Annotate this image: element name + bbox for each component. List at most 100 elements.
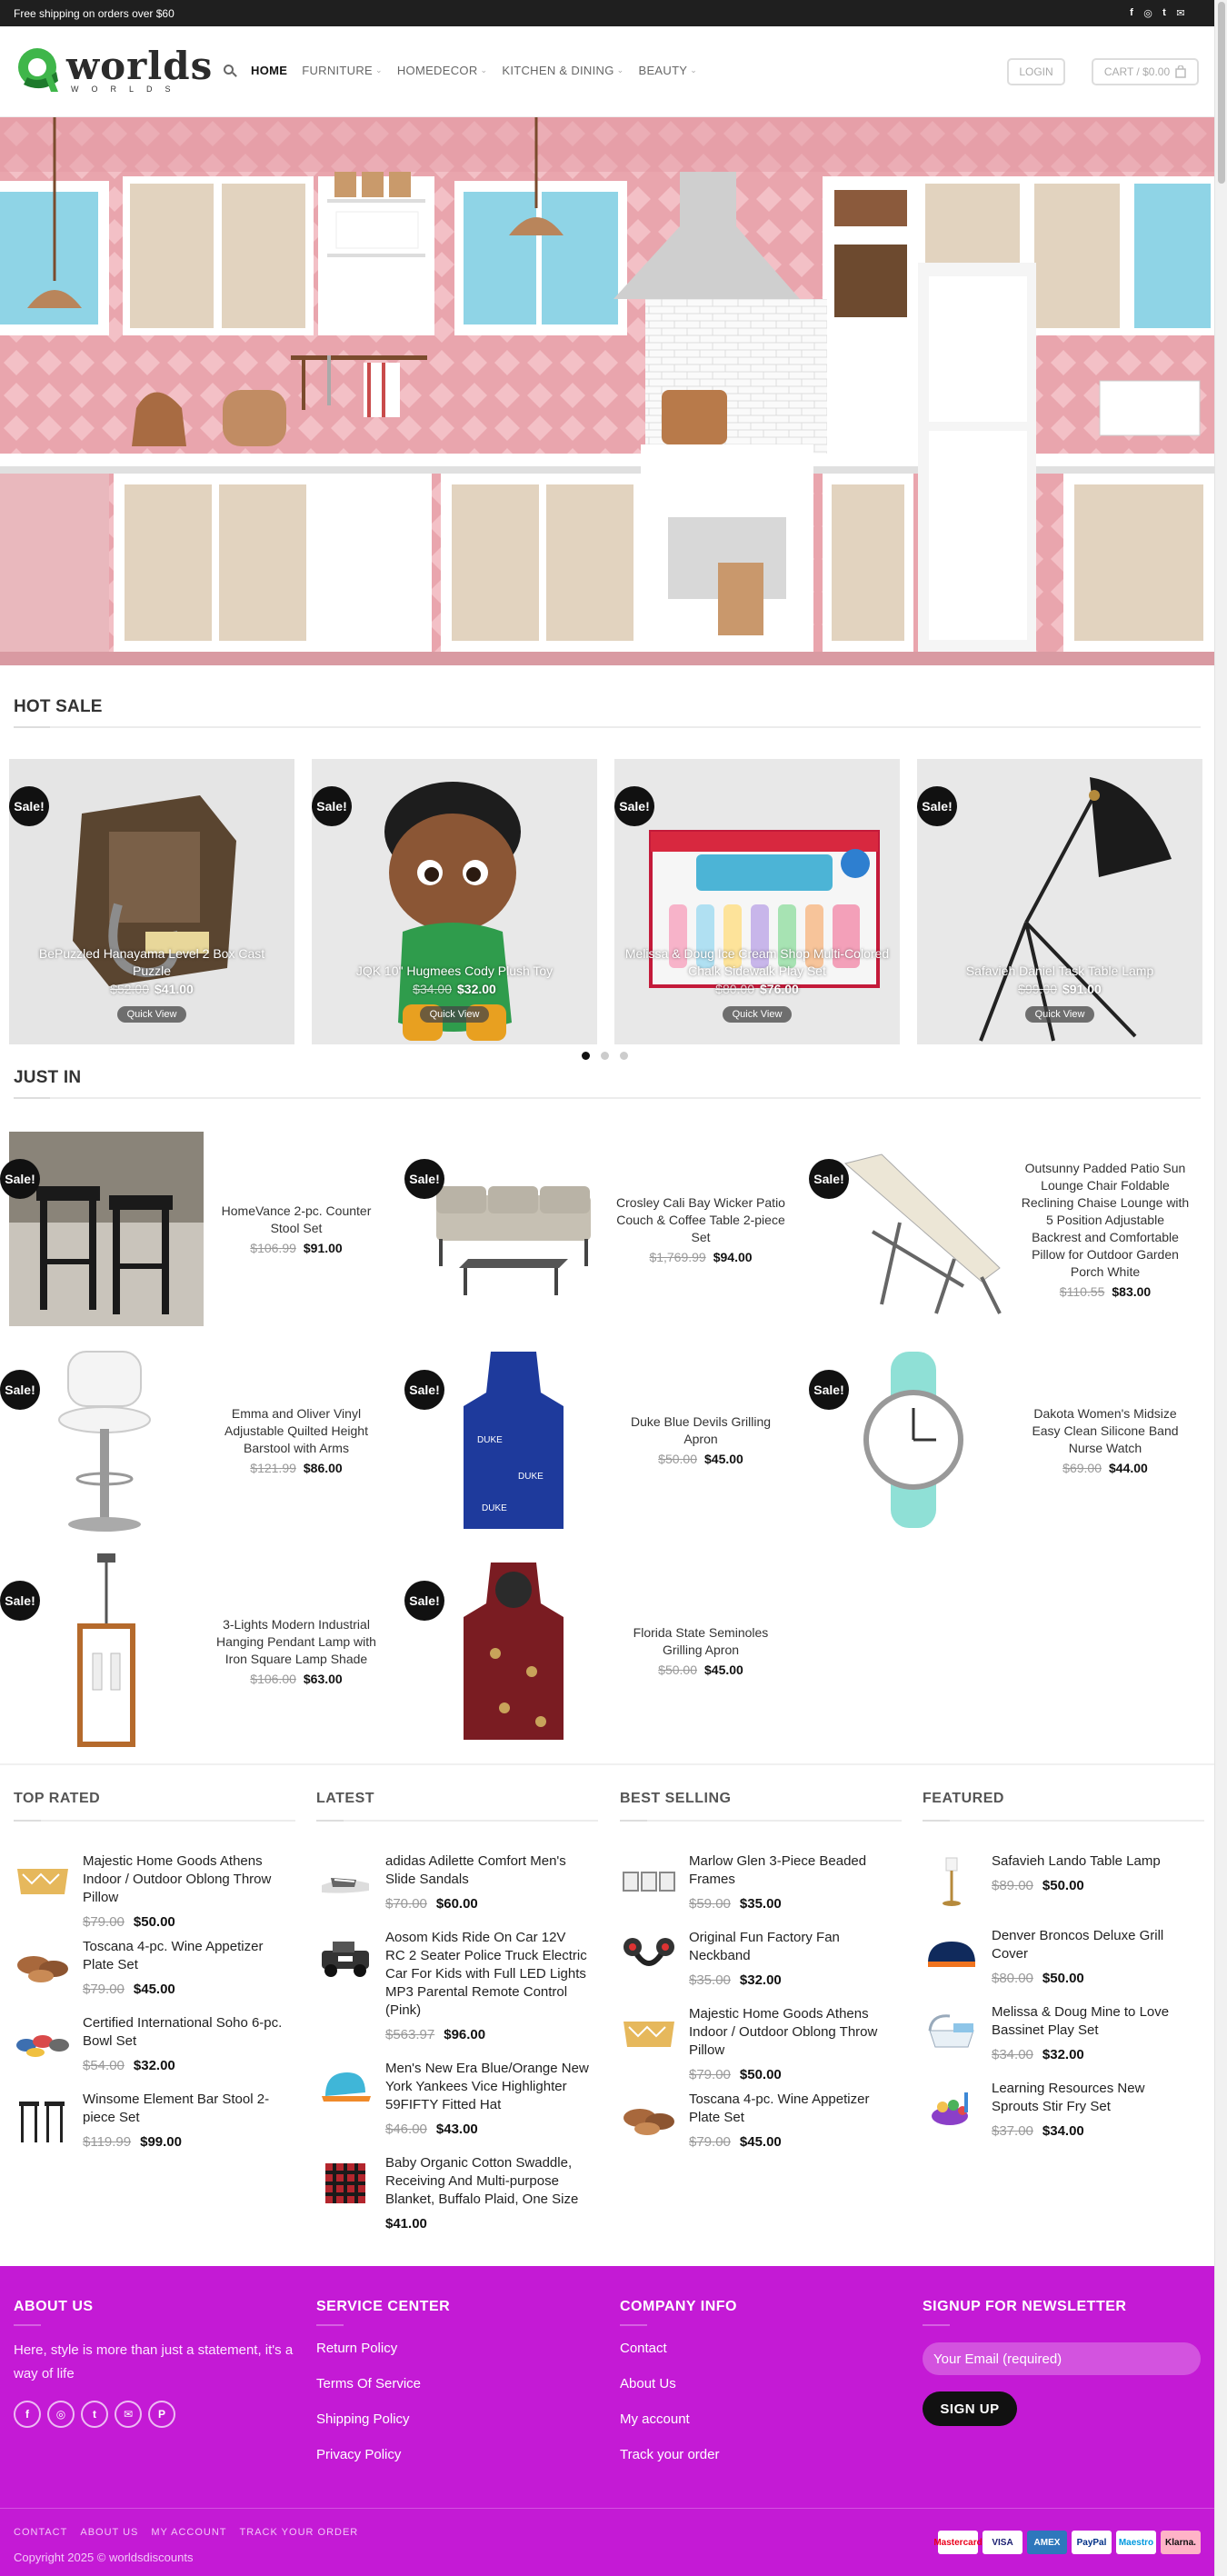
- product-name[interactable]: Florida State Seminoles Grilling Apron: [615, 1624, 786, 1659]
- vertical-scrollbar[interactable]: [1214, 0, 1227, 2576]
- site-logo[interactable]: worlds WORLDS: [15, 45, 212, 99]
- bottom-link-account[interactable]: MY ACCOUNT: [151, 2527, 226, 2538]
- product-name[interactable]: Toscana 4-pc. Wine Appetizer Plate Set: [689, 2091, 893, 2127]
- footer-link-about[interactable]: About Us: [620, 2374, 902, 2410]
- instagram-icon[interactable]: ◎: [47, 2401, 75, 2428]
- product-price: $119.99 $99.00: [83, 2134, 286, 2150]
- just-in-product[interactable]: Sale! Florida State Seminoles Grilling A…: [404, 1553, 795, 1748]
- product-name[interactable]: adidas Adilette Comfort Men's Slide Sand…: [385, 1852, 589, 1889]
- just-in-product[interactable]: Sale! Outsunny Padded Patio Sun Lounge C…: [809, 1132, 1200, 1326]
- twitter-icon[interactable]: t: [81, 2401, 108, 2428]
- widget-item[interactable]: adidas Adilette Comfort Men's Slide Sand…: [316, 1852, 598, 1912]
- footer-link-contact[interactable]: Contact: [620, 2339, 902, 2374]
- widget-item[interactable]: Baby Organic Cotton Swaddle, Receiving A…: [316, 2154, 598, 2232]
- widget-item[interactable]: Winsome Element Bar Stool 2-piece Set $11…: [14, 2091, 295, 2150]
- facebook-icon[interactable]: f: [1125, 5, 1138, 20]
- just-in-product[interactable]: Sale! 3-Lights Modern Industrial Hanging…: [0, 1553, 391, 1748]
- quick-view-button[interactable]: Quick View: [723, 1006, 792, 1023]
- widget-item[interactable]: Toscana 4-pc. Wine Appetizer Plate Set $7…: [14, 1938, 295, 1997]
- widget-item[interactable]: Marlow Glen 3-Piece Beaded Frames $59.00 $…: [620, 1852, 902, 1912]
- product-name[interactable]: JQK 10" Hugmees Cody Plush Toy: [321, 963, 588, 980]
- newsletter-email-input[interactable]: [923, 2342, 1201, 2375]
- product-name[interactable]: Melissa & Doug Ice Cream Shop Multi-Colo…: [623, 945, 891, 980]
- signup-button[interactable]: SIGN UP: [923, 2391, 1017, 2426]
- nav-item-kitchen-dining[interactable]: KITCHEN & DINING ⌄: [502, 64, 623, 77]
- product-name[interactable]: HomeVance 2-pc. Counter Stool Set: [211, 1203, 382, 1237]
- widget-item[interactable]: Toscana 4-pc. Wine Appetizer Plate Set $7…: [620, 2091, 902, 2150]
- widget-item[interactable]: Majestic Home Goods Athens Indoor / Outd…: [620, 2005, 902, 2082]
- widget-item[interactable]: Melissa & Doug Mine to Love Bassinet Pla…: [923, 2003, 1204, 2062]
- instagram-icon[interactable]: ◎: [1142, 5, 1154, 20]
- widget-item[interactable]: Certified International Soho 6-pc. Bowl …: [14, 2014, 295, 2073]
- just-in-product[interactable]: DUKE DUKE DUKE Sale! Duke Blue Devils Gr…: [404, 1343, 795, 1537]
- sale-price: $63.00: [303, 1671, 343, 1686]
- pinterest-icon[interactable]: P: [148, 2401, 175, 2428]
- product-name[interactable]: Marlow Glen 3-Piece Beaded Frames: [689, 1852, 893, 1889]
- bottom-link-track[interactable]: TRACK YOUR ORDER: [240, 2527, 359, 2538]
- footer-link-terms[interactable]: Terms Of Service: [316, 2374, 598, 2410]
- search-icon[interactable]: [224, 64, 237, 77]
- product-name[interactable]: BePuzzled Hanayama Level 2 Box Cast Puzz…: [18, 945, 285, 980]
- widget-item[interactable]: Aosom Kids Ride On Car 12V RC 2 Seater P…: [316, 1929, 598, 2042]
- product-name[interactable]: Majestic Home Goods Athens Indoor / Outd…: [83, 1852, 286, 1907]
- product-name[interactable]: Crosley Cali Bay Wicker Patio Couch & Co…: [615, 1194, 786, 1246]
- just-in-product[interactable]: Sale! Emma and Oliver Vinyl Adjustable Q…: [0, 1343, 391, 1537]
- footer-link-privacy[interactable]: Privacy Policy: [316, 2445, 598, 2481]
- quick-view-button[interactable]: Quick View: [117, 1006, 186, 1023]
- login-button[interactable]: LOGIN: [1007, 58, 1065, 85]
- product-name[interactable]: Melissa & Doug Mine to Love Bassinet Pla…: [992, 2003, 1195, 2040]
- hero-banner[interactable]: [0, 117, 1214, 665]
- twitter-icon[interactable]: t: [1158, 5, 1171, 20]
- nav-item-home[interactable]: HOME: [251, 64, 287, 77]
- product-name[interactable]: Original Fun Factory Fan Neckband: [689, 1929, 893, 1965]
- footer-link-shipping[interactable]: Shipping Policy: [316, 2410, 598, 2445]
- bottom-link-contact[interactable]: CONTACT: [14, 2527, 67, 2538]
- footer-link-account[interactable]: My account: [620, 2410, 902, 2445]
- scrollbar-thumb[interactable]: [1218, 2, 1225, 184]
- nav-item-beauty[interactable]: BEAUTY ⌄: [638, 64, 697, 77]
- nav-item-homedecor[interactable]: HOMEDECOR ⌄: [397, 64, 488, 77]
- quick-view-button[interactable]: Quick View: [420, 1006, 489, 1023]
- product-name[interactable]: Certified International Soho 6-pc. Bowl …: [83, 2014, 286, 2051]
- footer-link-return-policy[interactable]: Return Policy: [316, 2339, 598, 2374]
- product-name[interactable]: Winsome Element Bar Stool 2-piece Set: [83, 2091, 286, 2127]
- product-name[interactable]: Baby Organic Cotton Swaddle, Receiving A…: [385, 2154, 589, 2209]
- product-name[interactable]: 3-Lights Modern Industrial Hanging Penda…: [211, 1616, 382, 1668]
- footer-link-track[interactable]: Track your order: [620, 2445, 902, 2481]
- product-name[interactable]: Men's New Era Blue/Orange New York Yanke…: [385, 2060, 589, 2114]
- product-name[interactable]: Safavieh Daniel Task Table Lamp: [926, 963, 1193, 980]
- widget-item[interactable]: Denver Broncos Deluxe Grill Cover $80.00 $…: [923, 1927, 1204, 1986]
- widget-item[interactable]: Majestic Home Goods Athens Indoor / Outd…: [14, 1852, 295, 1930]
- product-name[interactable]: Emma and Oliver Vinyl Adjustable Quilted…: [211, 1405, 382, 1457]
- widget-item[interactable]: Learning Resources New Sprouts Stir Fry …: [923, 2080, 1204, 2139]
- product-name[interactable]: Toscana 4-pc. Wine Appetizer Plate Set: [83, 1938, 286, 1974]
- product-name[interactable]: Outsunny Padded Patio Sun Lounge Chair F…: [1020, 1160, 1191, 1281]
- hot-sale-card[interactable]: Sale! BePuzzled Hanayama Level 2 Box Cas…: [9, 759, 294, 1044]
- product-name[interactable]: Denver Broncos Deluxe Grill Cover: [992, 1927, 1195, 1963]
- nav-item-furniture[interactable]: FURNITURE ⌄: [302, 64, 383, 77]
- slider-dot[interactable]: [620, 1052, 628, 1060]
- just-in-product[interactable]: Sale! HomeVance 2-pc. Counter Stool Set …: [0, 1132, 391, 1326]
- product-name[interactable]: Aosom Kids Ride On Car 12V RC 2 Seater P…: [385, 1929, 589, 2020]
- hot-sale-card[interactable]: Sale! Melissa & Doug Ice Cream Shop Mult…: [614, 759, 900, 1044]
- quick-view-button[interactable]: Quick View: [1025, 1006, 1094, 1023]
- email-icon[interactable]: ✉: [115, 2401, 142, 2428]
- just-in-product[interactable]: Sale! Crosley Cali Bay Wicker Patio Couc…: [404, 1132, 795, 1326]
- just-in-product[interactable]: Sale! Dakota Women's Midsize Easy Clean …: [809, 1343, 1200, 1537]
- product-name[interactable]: Majestic Home Goods Athens Indoor / Outd…: [689, 2005, 893, 2060]
- hot-sale-card[interactable]: Sale! Safavieh Daniel Task Table Lamp $9…: [917, 759, 1202, 1044]
- widget-item[interactable]: Original Fun Factory Fan Neckband $35.00 $…: [620, 1929, 902, 1988]
- bottom-link-about[interactable]: ABOUT US: [80, 2527, 138, 2538]
- product-name[interactable]: Learning Resources New Sprouts Stir Fry …: [992, 2080, 1195, 2116]
- widget-item[interactable]: Men's New Era Blue/Orange New York Yanke…: [316, 2060, 598, 2137]
- product-name[interactable]: Safavieh Lando Table Lamp: [992, 1852, 1195, 1871]
- slider-dot[interactable]: [582, 1052, 590, 1060]
- cart-button[interactable]: CART / $0.00: [1092, 58, 1199, 85]
- email-icon[interactable]: ✉: [1174, 5, 1187, 20]
- widget-item[interactable]: Safavieh Lando Table Lamp $89.00 $50.00: [923, 1852, 1204, 1911]
- product-name[interactable]: Duke Blue Devils Grilling Apron: [615, 1413, 786, 1448]
- facebook-icon[interactable]: f: [14, 2401, 41, 2428]
- product-name[interactable]: Dakota Women's Midsize Easy Clean Silico…: [1020, 1405, 1191, 1457]
- hot-sale-card[interactable]: Sale! JQK 10" Hugmees Cody Plush Toy $34…: [312, 759, 597, 1044]
- slider-dot[interactable]: [601, 1052, 609, 1060]
